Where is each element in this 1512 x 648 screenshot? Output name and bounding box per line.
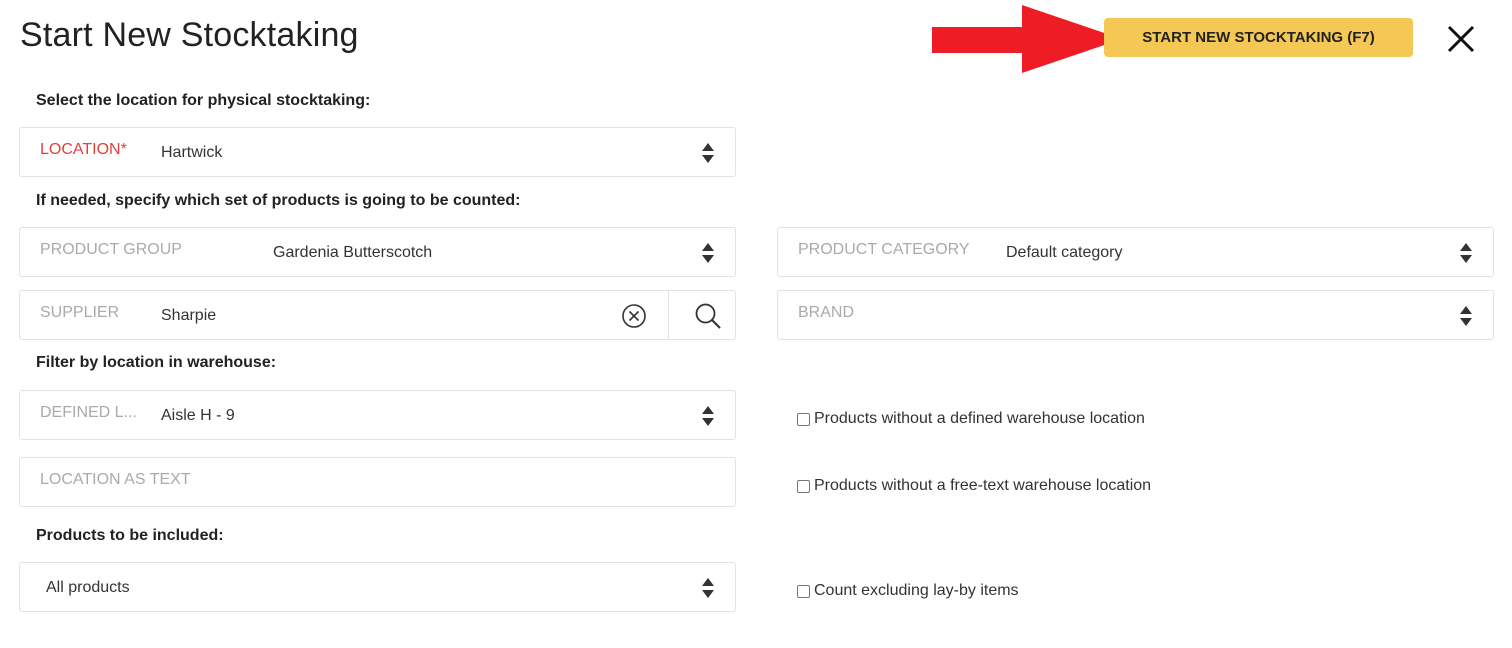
product-category-label: PRODUCT CATEGORY xyxy=(798,241,970,258)
products-included-value: All products xyxy=(46,579,130,596)
clear-icon[interactable] xyxy=(621,303,647,329)
supplier-value: Sharpie xyxy=(161,307,217,324)
location-text-label: LOCATION AS TEXT xyxy=(40,471,191,488)
location-label: LOCATION* xyxy=(40,141,127,158)
arrow-right-icon xyxy=(932,5,1122,73)
defined-location-label: DEFINED L... xyxy=(40,404,137,421)
filter-location-label: Filter by location in warehouse: xyxy=(36,354,277,371)
no-defined-location-checkbox-row[interactable]: Products without a defined warehouse loc… xyxy=(797,410,1145,428)
product-group-select[interactable]: PRODUCT GROUP Gardenia Butterscotch xyxy=(19,227,736,277)
no-freetext-location-label: Products without a free-text warehouse l… xyxy=(814,477,1152,494)
sort-icon xyxy=(702,578,714,598)
exclude-layby-checkbox-row[interactable]: Count excluding lay-by items xyxy=(797,582,1019,600)
start-stocktaking-button[interactable]: START NEW STOCKTAKING (F7) xyxy=(1104,18,1413,57)
page-title: Start New Stocktaking xyxy=(20,16,359,54)
defined-location-value: Aisle H - 9 xyxy=(161,407,235,424)
sort-icon xyxy=(1460,306,1472,326)
search-icon[interactable] xyxy=(694,302,722,330)
products-included-label: Products to be included: xyxy=(36,527,224,544)
no-freetext-location-checkbox-row[interactable]: Products without a free-text warehouse l… xyxy=(797,477,1151,495)
supplier-label: SUPPLIER xyxy=(40,304,120,321)
product-group-value: Gardenia Butterscotch xyxy=(273,244,433,261)
exclude-layby-label: Count excluding lay-by items xyxy=(814,582,1019,599)
location-text-input[interactable]: LOCATION AS TEXT xyxy=(19,457,736,507)
location-select[interactable]: LOCATION* Hartwick xyxy=(19,127,736,177)
product-category-select[interactable]: PRODUCT CATEGORY Default category xyxy=(777,227,1494,277)
products-included-select[interactable]: All products xyxy=(19,562,736,612)
sort-icon xyxy=(702,243,714,263)
product-group-label: PRODUCT GROUP xyxy=(40,241,182,258)
defined-location-select[interactable]: DEFINED L... Aisle H - 9 xyxy=(19,390,736,440)
brand-select[interactable]: BRAND xyxy=(777,290,1494,340)
sort-icon xyxy=(1460,243,1472,263)
sort-icon xyxy=(702,406,714,426)
no-defined-location-label: Products without a defined warehouse loc… xyxy=(814,410,1145,427)
field-divider xyxy=(668,291,669,339)
product-set-label: If needed, specify which set of products… xyxy=(36,192,521,209)
exclude-layby-checkbox[interactable] xyxy=(797,584,810,598)
supplier-field[interactable]: SUPPLIER Sharpie xyxy=(19,290,736,340)
select-location-label: Select the location for physical stockta… xyxy=(36,92,371,109)
location-value: Hartwick xyxy=(161,144,223,161)
no-defined-location-checkbox[interactable] xyxy=(797,412,810,426)
no-freetext-location-checkbox[interactable] xyxy=(797,479,810,493)
brand-label: BRAND xyxy=(798,304,855,321)
sort-icon xyxy=(702,143,714,163)
close-icon[interactable] xyxy=(1444,22,1478,56)
product-category-value: Default category xyxy=(1006,244,1123,261)
